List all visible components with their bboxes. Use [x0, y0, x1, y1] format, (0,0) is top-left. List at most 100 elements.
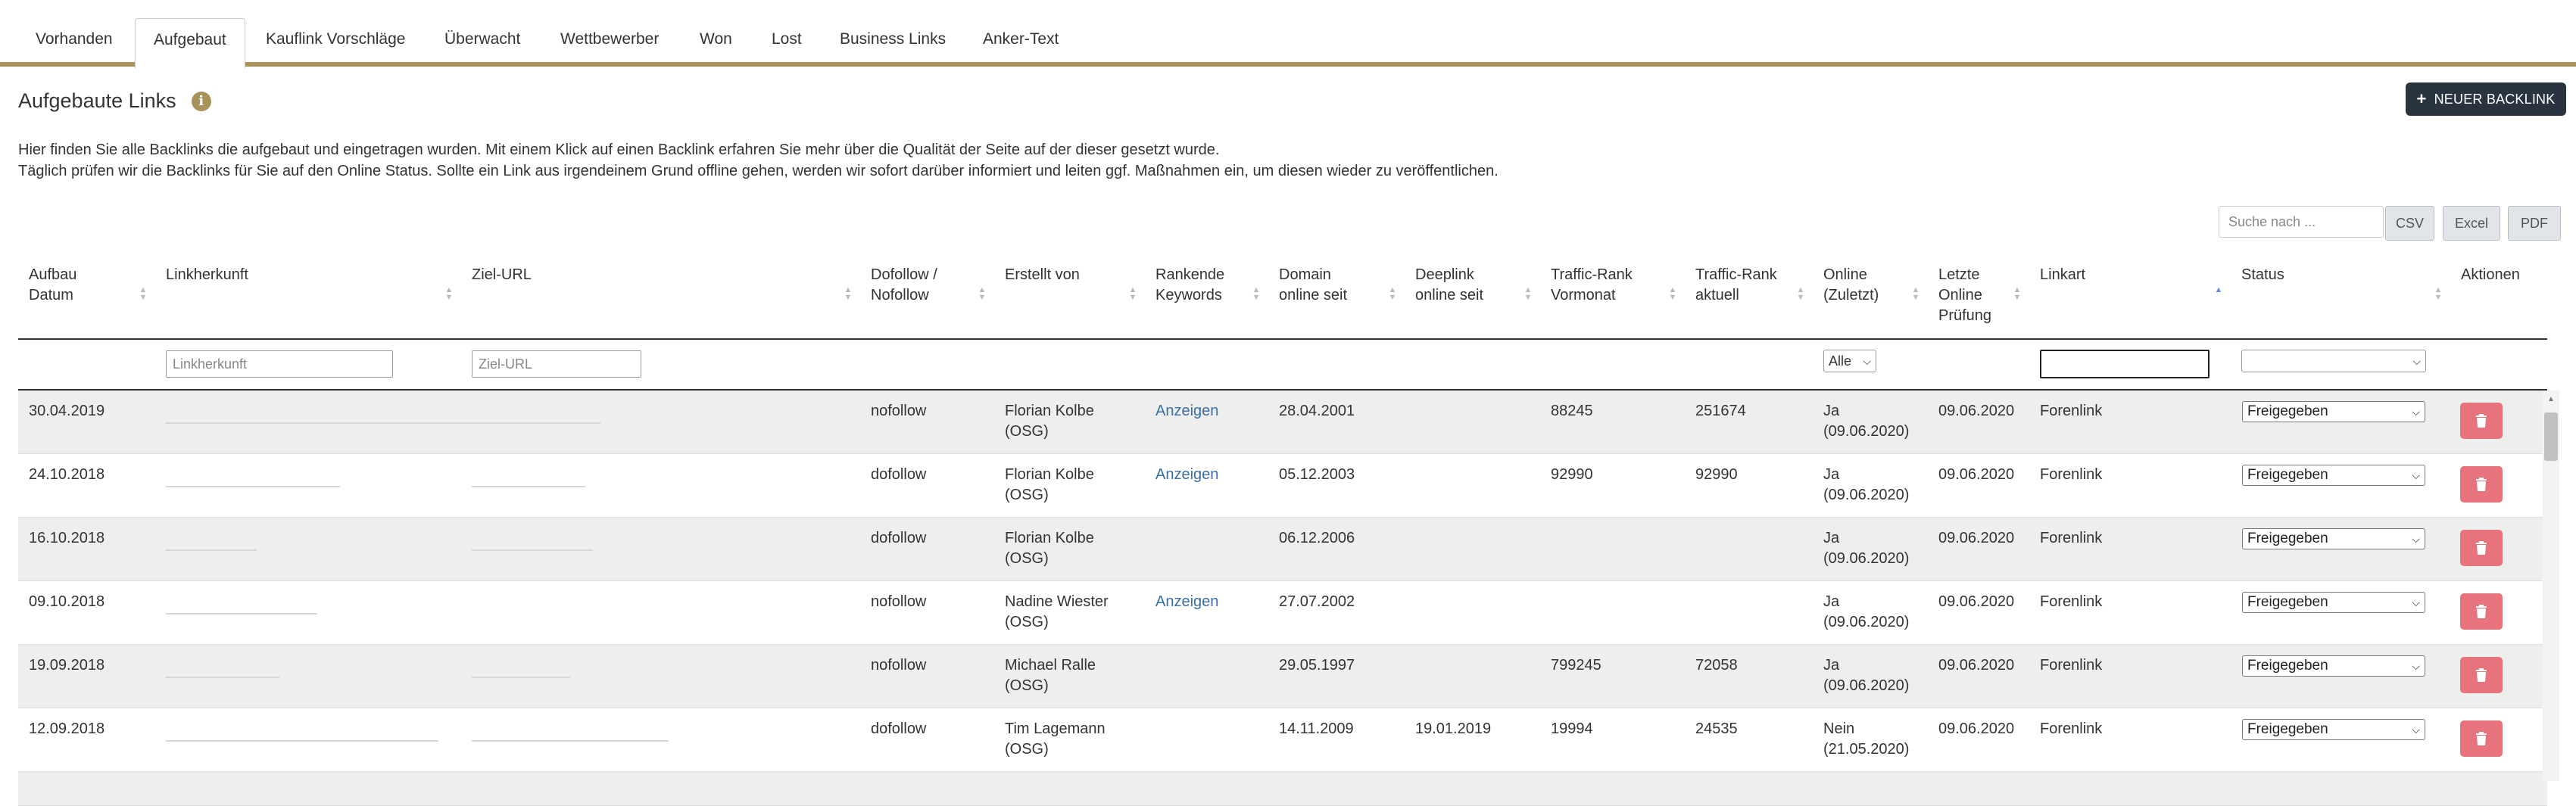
delete-button[interactable]: [2460, 657, 2503, 693]
sort-icon[interactable]: ▲ ▼: [978, 286, 987, 302]
linkherkunft-redacted[interactable]: [166, 740, 438, 742]
linkherkunft-redacted[interactable]: [166, 422, 476, 424]
delete-button[interactable]: [2460, 530, 2503, 566]
ziel-url-redacted[interactable]: [472, 486, 585, 487]
erstellt-von: Florian Kolbe (OSG): [1005, 403, 1094, 440]
sort-icon[interactable]: ▲ ▼: [1128, 286, 1137, 302]
sort-icon[interactable]: ▲ ▼: [2434, 286, 2443, 302]
delete-button[interactable]: [2460, 593, 2503, 630]
status-select[interactable]: Freigegeben ⌵: [2242, 401, 2425, 422]
linkherkunft-redacted[interactable]: [166, 613, 317, 615]
description-line-1: Hier finden Sie alle Backlinks die aufge…: [18, 142, 1220, 158]
column-aufbau-datum[interactable]: Aufbau Datum: [29, 265, 76, 306]
delete-button[interactable]: [2460, 466, 2503, 503]
column-domain-online-seit[interactable]: Domain online seit: [1279, 265, 1347, 306]
column-traffic-rank-vormonat[interactable]: Traffic-Rank Vormonat: [1551, 265, 1633, 306]
sort-icon[interactable]: ▲ ▼: [1523, 286, 1533, 302]
tab-aufgebaut[interactable]: Aufgebaut: [135, 18, 245, 68]
column-traffic-rank-aktuell[interactable]: Traffic-Rank aktuell: [1695, 265, 1777, 306]
column-dofollow[interactable]: Dofollow / Nofollow: [871, 265, 937, 306]
tab-won[interactable]: Won: [681, 18, 750, 67]
chevron-down-icon: ⌵: [2412, 723, 2420, 736]
online-status: Nein (21.05.2020): [1823, 720, 1910, 758]
table-row-partial[interactable]: [18, 772, 2547, 806]
scroll-up-icon[interactable]: ▲: [2544, 395, 2558, 403]
tab-business-links[interactable]: Business Links: [822, 18, 964, 67]
tab-lost[interactable]: Lost: [753, 18, 820, 67]
column-online-zuletzt[interactable]: Online (Zuletzt): [1823, 265, 1879, 306]
linkherkunft-filter-input[interactable]: [166, 350, 393, 378]
erstellt-von: Tim Lagemann (OSG): [1005, 720, 1106, 758]
sort-icon[interactable]: ▲ ▼: [1911, 286, 1920, 302]
page-header: Aufgebaute Links i: [18, 89, 211, 113]
tab-wettbewerber[interactable]: Wettbewerber: [542, 18, 677, 67]
sort-icon[interactable]: ▲ ▼: [139, 286, 148, 302]
column-rankende-keywords[interactable]: Rankende Keywords: [1155, 265, 1224, 306]
ziel-url-redacted[interactable]: [472, 740, 669, 742]
status-select[interactable]: Freigegeben ⌵: [2242, 528, 2425, 549]
table-row[interactable]: 24.10.2018 dofollow Florian Kolbe (OSG) …: [18, 454, 2547, 518]
page-description: Hier finden Sie alle Backlinks die aufge…: [18, 139, 1499, 182]
search-input[interactable]: [2219, 206, 2384, 238]
follow-type: dofollow: [871, 530, 927, 546]
sort-icon[interactable]: ▲ ▼: [2013, 286, 2022, 302]
ziel-url-redacted[interactable]: [472, 677, 570, 678]
column-deeplink-online-seit[interactable]: Deeplink online seit: [1415, 265, 1483, 306]
chevron-down-icon: ⌵: [2412, 354, 2421, 367]
status-select[interactable]: Freigegeben ⌵: [2242, 465, 2425, 486]
table-row[interactable]: 19.09.2018 nofollow Michael Ralle (OSG) …: [18, 645, 2547, 708]
csv-export-button[interactable]: CSV: [2385, 206, 2434, 241]
pdf-export-button[interactable]: PDF: [2508, 206, 2561, 241]
online-status: Ja (09.06.2020): [1823, 530, 1910, 567]
column-linkart[interactable]: Linkart: [2040, 265, 2085, 285]
sort-icon[interactable]: ▲ ▼: [844, 286, 853, 302]
status-select[interactable]: Freigegeben ⌵: [2242, 592, 2425, 613]
column-linkherkunft[interactable]: Linkherkunft: [166, 265, 248, 285]
status-select[interactable]: Freigegeben ⌵: [2242, 719, 2425, 740]
chevron-down-icon: ⌵: [2412, 468, 2420, 481]
info-icon[interactable]: i: [191, 91, 211, 111]
sort-icon[interactable]: ▲ ▼: [1668, 286, 1677, 302]
sort-icon[interactable]: ▲ ▼: [444, 286, 454, 302]
sort-asc-icon[interactable]: ▲: [2214, 286, 2223, 294]
table-row[interactable]: 30.04.2019 nofollow Florian Kolbe (OSG) …: [18, 391, 2547, 454]
column-ziel-url[interactable]: Ziel-URL: [472, 265, 532, 285]
delete-button[interactable]: [2460, 720, 2503, 757]
sort-icon[interactable]: ▲ ▼: [1796, 286, 1805, 302]
status-select[interactable]: Freigegeben ⌵: [2242, 655, 2425, 677]
tab-vorhanden[interactable]: Vorhanden: [17, 18, 131, 67]
domain-online-seit: 06.12.2006: [1279, 530, 1355, 546]
ziel-url-redacted[interactable]: [472, 422, 600, 424]
tab-ueberwacht[interactable]: Überwacht: [426, 18, 538, 67]
aufbau-datum: 12.09.2018: [29, 720, 105, 737]
tab-anker-text[interactable]: Anker-Text: [965, 18, 1077, 67]
table-row[interactable]: 09.10.2018 nofollow Nadine Wiester (OSG)…: [18, 581, 2547, 645]
column-status[interactable]: Status: [2241, 265, 2284, 285]
keywords-link[interactable]: Anzeigen: [1155, 592, 1218, 612]
new-backlink-button[interactable]: + NEUER BACKLINK: [2406, 82, 2566, 116]
linkherkunft-redacted[interactable]: [166, 677, 279, 678]
status-filter-select[interactable]: ⌵: [2241, 350, 2426, 372]
tab-kauflink-vorschlaege[interactable]: Kauflink Vorschläge: [248, 18, 423, 67]
table-row[interactable]: 16.10.2018 dofollow Florian Kolbe (OSG) …: [18, 518, 2547, 581]
domain-online-seit: 29.05.1997: [1279, 657, 1355, 674]
column-erstellt-von[interactable]: Erstellt von: [1005, 265, 1080, 285]
linkherkunft-redacted[interactable]: [166, 549, 257, 551]
table-row[interactable]: 12.09.2018 dofollow Tim Lagemann (OSG) 1…: [18, 708, 2547, 772]
status-value: Freigegeben: [2247, 403, 2328, 419]
column-letzte-online-pruefung[interactable]: Letzte Online Prüfung: [1938, 265, 1991, 326]
keywords-link[interactable]: Anzeigen: [1155, 401, 1218, 422]
online-filter-select[interactable]: Alle ⌵: [1823, 350, 1876, 372]
ziel-url-filter-input[interactable]: [472, 350, 641, 378]
sort-icon[interactable]: ▲ ▼: [1252, 286, 1261, 302]
delete-button[interactable]: [2460, 403, 2503, 439]
linkherkunft-redacted[interactable]: [166, 486, 340, 487]
linkart-filter-input[interactable]: [2040, 350, 2210, 378]
sort-icon[interactable]: ▲ ▼: [1388, 286, 1397, 302]
chevron-down-icon: ⌵: [2412, 532, 2420, 545]
scrollbar-thumb[interactable]: [2544, 412, 2558, 461]
keywords-link[interactable]: Anzeigen: [1155, 465, 1218, 485]
excel-export-button[interactable]: Excel: [2443, 206, 2500, 241]
ziel-url-redacted[interactable]: [472, 549, 593, 551]
domain-online-seit: 05.12.2003: [1279, 466, 1355, 483]
